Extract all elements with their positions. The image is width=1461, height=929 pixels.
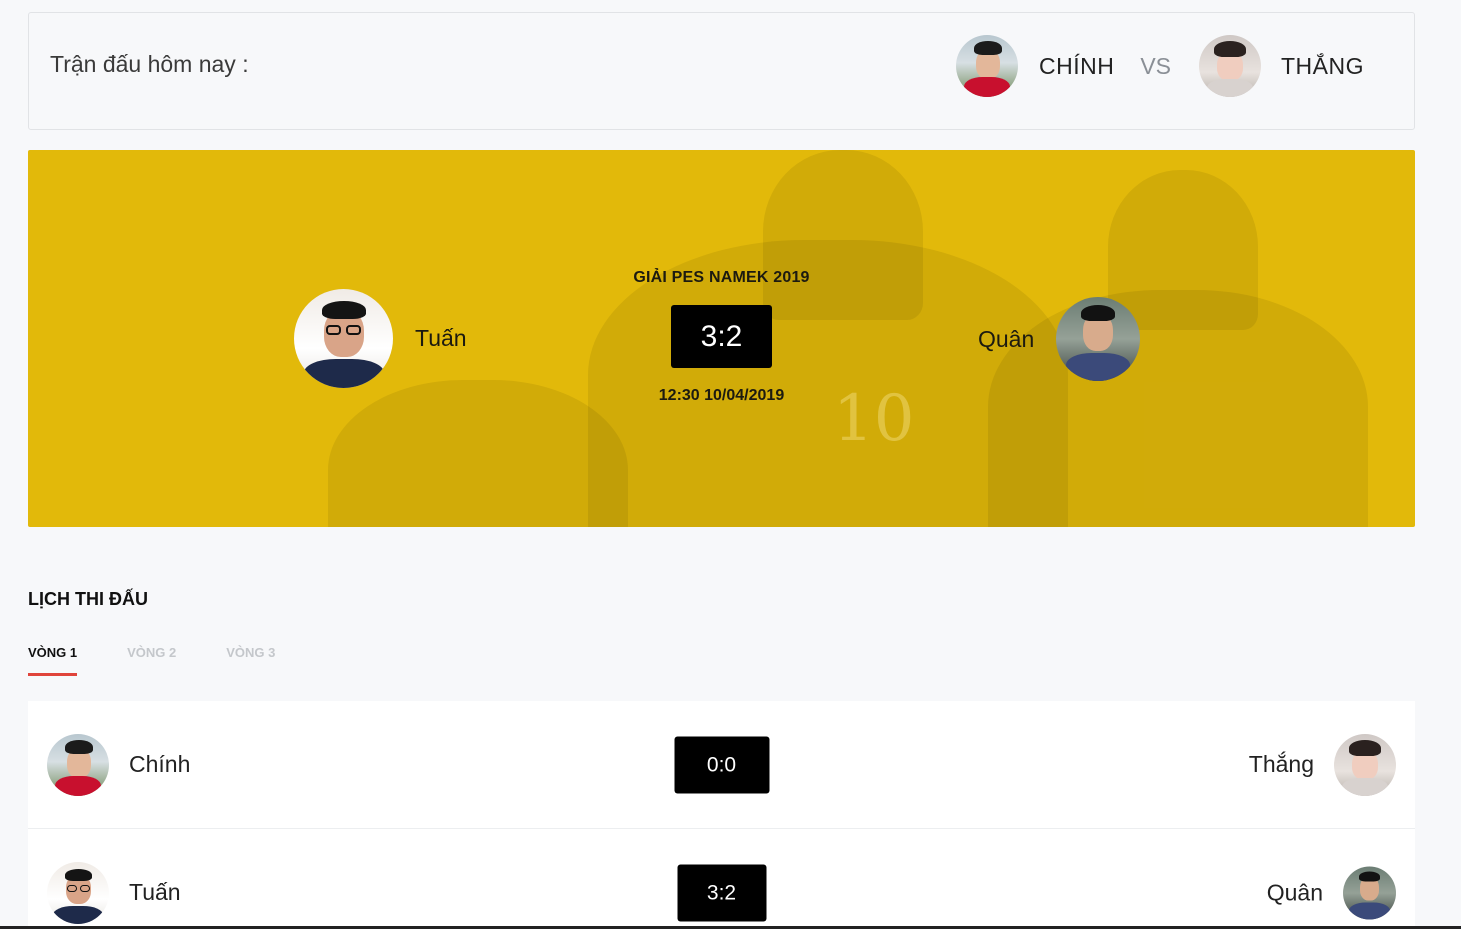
schedule-title: LỊCH THI ĐẤU [28, 589, 148, 609]
today-player2-name: THẮNG [1281, 52, 1364, 79]
avatar-quan [1343, 866, 1396, 919]
featured-match-banner[interactable]: 10 Tuấn GIẢI PES NAMEK 2019 3:2 12:30 10… [28, 150, 1415, 527]
match-home: Chính [47, 733, 191, 796]
avatar-thang [1199, 35, 1261, 97]
match-home-name: Tuấn [129, 879, 181, 905]
tab-round-3[interactable]: VÒNG 3 [226, 645, 275, 676]
match-away: Quân [1267, 866, 1396, 919]
tab-round-1[interactable]: VÒNG 1 [28, 645, 78, 676]
match-list: Chính 0:0 Thắng Tuấn 3:2 Quân [28, 701, 1415, 929]
avatar-chinh [47, 733, 109, 796]
match-row[interactable]: Chính 0:0 Thắng [28, 701, 1415, 829]
match-home-name: Chính [129, 751, 191, 777]
featured-score: 3:2 [671, 305, 772, 368]
match-row[interactable]: Tuấn 3:2 Quân [28, 829, 1415, 929]
featured-away-name: Quân [978, 325, 1035, 352]
match-away: Thắng [1248, 733, 1396, 796]
match-home: Tuấn [47, 861, 181, 924]
match-away-name: Thắng [1248, 751, 1314, 777]
today-player1-name: CHÍNH [1038, 52, 1115, 79]
match-score: 0:0 [674, 736, 769, 793]
featured-away-player[interactable]: Quân [978, 297, 1141, 381]
avatar-tuan [47, 861, 109, 924]
tournament-title: GIẢI PES NAMEK 2019 [633, 269, 810, 286]
tab-round-2[interactable]: VÒNG 2 [127, 645, 176, 676]
match-score: 3:2 [677, 864, 766, 921]
round-tabs: VÒNG 1 VÒNG 2 VÒNG 3 [28, 645, 325, 676]
avatar-chinh [955, 35, 1018, 97]
today-matchup[interactable]: CHÍNH VS THẮNG [955, 35, 1364, 97]
match-away-name: Quân [1266, 879, 1323, 905]
today-vs-label: VS [1140, 52, 1171, 79]
avatar-quan [1056, 297, 1141, 381]
today-match-card: Trận đấu hôm nay : CHÍNH VS THẮNG [28, 12, 1415, 130]
featured-datetime: 12:30 10/04/2019 [658, 387, 785, 404]
avatar-thang [1334, 733, 1396, 796]
today-label: Trận đấu hôm nay : [50, 51, 249, 77]
featured-center-info: GIẢI PES NAMEK 2019 3:2 12:30 10/04/2019 [28, 269, 1415, 405]
